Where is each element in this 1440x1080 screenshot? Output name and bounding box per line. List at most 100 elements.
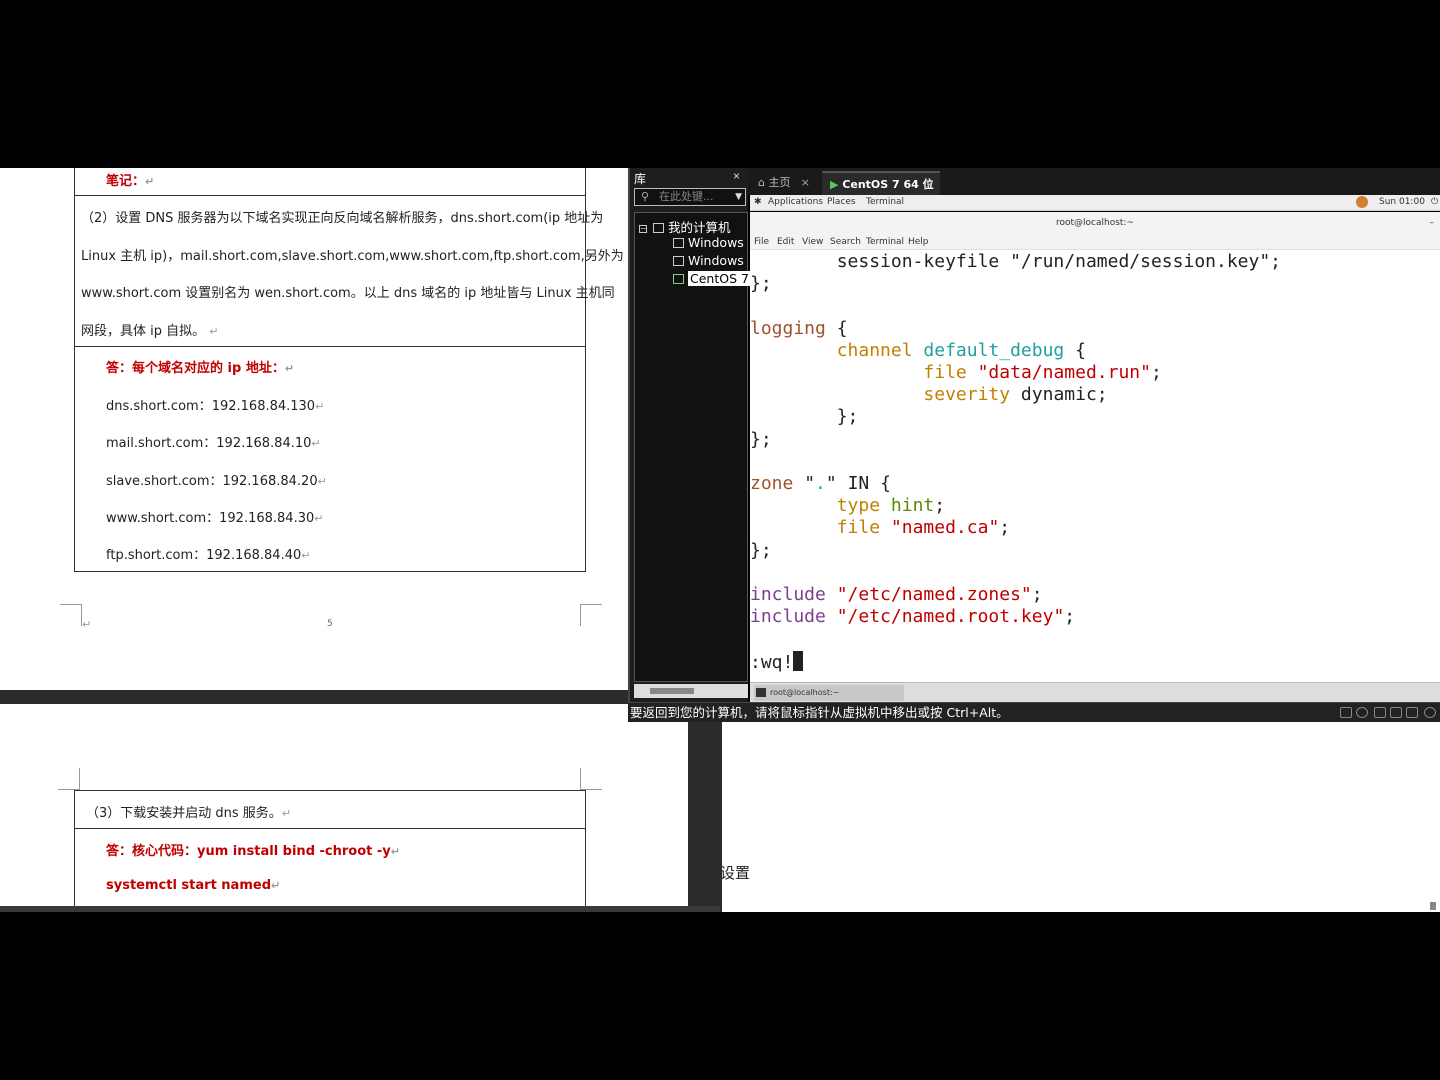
code-line: };	[750, 540, 772, 561]
document-page: （3）下载安装并启动 dns 服务。↵ 答：核心代码：yum install b…	[0, 704, 688, 908]
cd-icon[interactable]	[1356, 707, 1368, 718]
crop-mark	[580, 604, 602, 626]
vmware-status-bar: 要返回到您的计算机，请将鼠标指针从虚拟机中移出或按 Ctrl+Alt。	[628, 702, 1440, 722]
menu-terminal[interactable]: Terminal	[866, 197, 904, 207]
library-title: 库	[634, 172, 647, 186]
menu-edit[interactable]: Edit	[777, 237, 794, 247]
running-vm-icon	[673, 274, 684, 284]
document-background: 设置	[720, 722, 1440, 912]
menu-search[interactable]: Search	[830, 237, 861, 247]
taskbar-item-terminal[interactable]: root@localhost:~	[754, 685, 904, 701]
library-scrollbar[interactable]	[634, 684, 748, 698]
vm-icon	[673, 256, 684, 266]
question3-text: （3）下载安装并启动 dns 服务。↵	[86, 806, 292, 821]
vim-command-line[interactable]: :wq!	[750, 651, 804, 674]
search-icon: ⚲	[641, 190, 650, 203]
page-gap	[0, 690, 628, 704]
code-line: type hint;	[836, 495, 946, 516]
scroll-marker	[1430, 902, 1436, 910]
terminal-title: root@localhost:~	[1055, 218, 1135, 228]
tab-centos[interactable]: ▶ CentOS 7 64 位 ×	[822, 171, 940, 195]
answer2-label: 答：每个域名对应的 ip 地址：↵	[106, 361, 295, 376]
tree-item-vm[interactable]: Windows	[673, 253, 744, 268]
chevron-down-icon[interactable]: ▼	[735, 189, 742, 205]
close-icon[interactable]: ×	[925, 173, 934, 197]
terminal-title-bar: root@localhost:~ –	[750, 212, 1440, 234]
answer3-code: systemctl start named↵	[106, 878, 281, 893]
question2-line: www.short.com 设置别名为 wen.short.com。以上 dns…	[81, 286, 615, 301]
printer-icon[interactable]	[1406, 707, 1418, 718]
word-status-bar	[0, 906, 720, 912]
code-line: session-keyfile "/run/named/session.key"…	[750, 251, 1282, 272]
status-message: 要返回到您的计算机，请将鼠标指针从虚拟机中移出或按 Ctrl+Alt。	[630, 705, 1009, 720]
tree-item-vm[interactable]: CentOS 7	[673, 271, 751, 286]
vm-icon	[673, 238, 684, 248]
tree-item-my-computer[interactable]: − 我的计算机	[639, 217, 731, 236]
code-line: file "data/named.run";	[923, 362, 1162, 383]
document-page: 笔记：↵ （2）设置 DNS 服务器为以下域名实现正向反向域名解析服务，dns.…	[0, 168, 628, 690]
user-icon[interactable]	[1356, 196, 1368, 208]
text-cursor	[793, 651, 804, 671]
gnome-top-bar: ✱ Applications Places Terminal Sun 01:00…	[750, 195, 1440, 211]
code-line: };	[750, 406, 859, 427]
usb-icon[interactable]	[1390, 707, 1402, 718]
note-label: 笔记：↵	[106, 174, 155, 189]
search-placeholder: 在此处键...	[659, 190, 714, 203]
question2-line: 网段，具体 ip 自拟。 ↵	[81, 324, 219, 339]
paragraph-mark: ↵	[82, 618, 92, 631]
tree-item-vm[interactable]: Windows	[673, 235, 744, 250]
tab-home[interactable]: ⌂ 主页 ×	[750, 171, 816, 195]
code-line: include "/etc/named.root.key";	[750, 606, 1076, 627]
clock[interactable]: Sun 01:00	[1379, 197, 1425, 207]
question2-line: Linux 主机 ip)，mail.short.com,slave.short.…	[81, 249, 624, 264]
library-tree: − 我的计算机 Windows Windows CentOS 7	[634, 212, 751, 682]
question2-line: （2）设置 DNS 服务器为以下域名实现正向反向域名解析服务，dns.short…	[81, 211, 604, 226]
dns-record: mail.short.com：192.168.84.10↵	[106, 436, 321, 451]
menu-applications[interactable]: Applications	[768, 197, 823, 207]
crop-mark	[580, 768, 602, 790]
library-panel: 库 × ⚲ 在此处键... ▼ − 我的计算机 Windows Windows C…	[628, 168, 751, 704]
menu-help[interactable]: Help	[908, 237, 929, 247]
code-line: include "/etc/named.zones";	[750, 584, 1043, 605]
dns-record: slave.short.com：192.168.84.20↵	[106, 474, 327, 489]
answer2-cell	[74, 346, 586, 572]
code-line: zone "." IN {	[750, 473, 891, 494]
code-line: };	[750, 273, 772, 294]
library-search-input[interactable]: ⚲ 在此处键... ▼	[634, 188, 746, 206]
terminal-content[interactable]: session-keyfile "/run/named/session.key"…	[750, 250, 1440, 682]
crop-mark	[58, 768, 80, 790]
menu-terminal[interactable]: Terminal	[866, 237, 904, 247]
computer-icon	[653, 223, 664, 233]
collapse-icon[interactable]: −	[639, 225, 647, 233]
minimize-icon[interactable]: –	[1430, 212, 1435, 234]
close-icon[interactable]: ×	[801, 171, 810, 195]
apps-icon: ✱	[754, 197, 762, 207]
dns-record: dns.short.com：192.168.84.130↵	[106, 399, 325, 414]
code-line: file "named.ca";	[836, 517, 1011, 538]
code-line: channel default_debug {	[750, 340, 1086, 361]
close-icon[interactable]: ×	[733, 169, 740, 183]
dns-record: ftp.short.com：192.168.84.40↵	[106, 548, 311, 563]
hdd-icon[interactable]	[1340, 707, 1352, 718]
terminal-menu-bar: File Edit View Search Terminal Help	[750, 234, 1440, 250]
code-line: };	[750, 429, 772, 450]
menu-view[interactable]: View	[802, 237, 823, 247]
page-number: 5	[327, 619, 333, 629]
gnome-taskbar: root@localhost:~	[750, 682, 1440, 702]
answer3-code: 答：核心代码：yum install bind -chroot -y↵	[106, 844, 400, 859]
sound-icon[interactable]	[1424, 707, 1436, 718]
network-icon[interactable]	[1374, 707, 1386, 718]
scroll-thumb[interactable]	[650, 688, 694, 694]
crop-mark	[60, 604, 82, 626]
document-sidebar	[688, 722, 722, 912]
vm-tab-bar: ⌂ 主页 × ▶ CentOS 7 64 位 ×	[748, 168, 1440, 195]
play-icon: ▶	[830, 178, 839, 191]
menu-places[interactable]: Places	[827, 197, 856, 207]
menu-file[interactable]: File	[754, 237, 769, 247]
code-line: logging {	[750, 318, 848, 339]
code-line: severity dynamic;	[923, 384, 1108, 405]
settings-label[interactable]: 设置	[720, 862, 750, 883]
power-icon[interactable]: ⏻	[1431, 197, 1438, 207]
dns-record: www.short.com：192.168.84.30↵	[106, 511, 324, 526]
home-icon: ⌂	[758, 176, 765, 189]
